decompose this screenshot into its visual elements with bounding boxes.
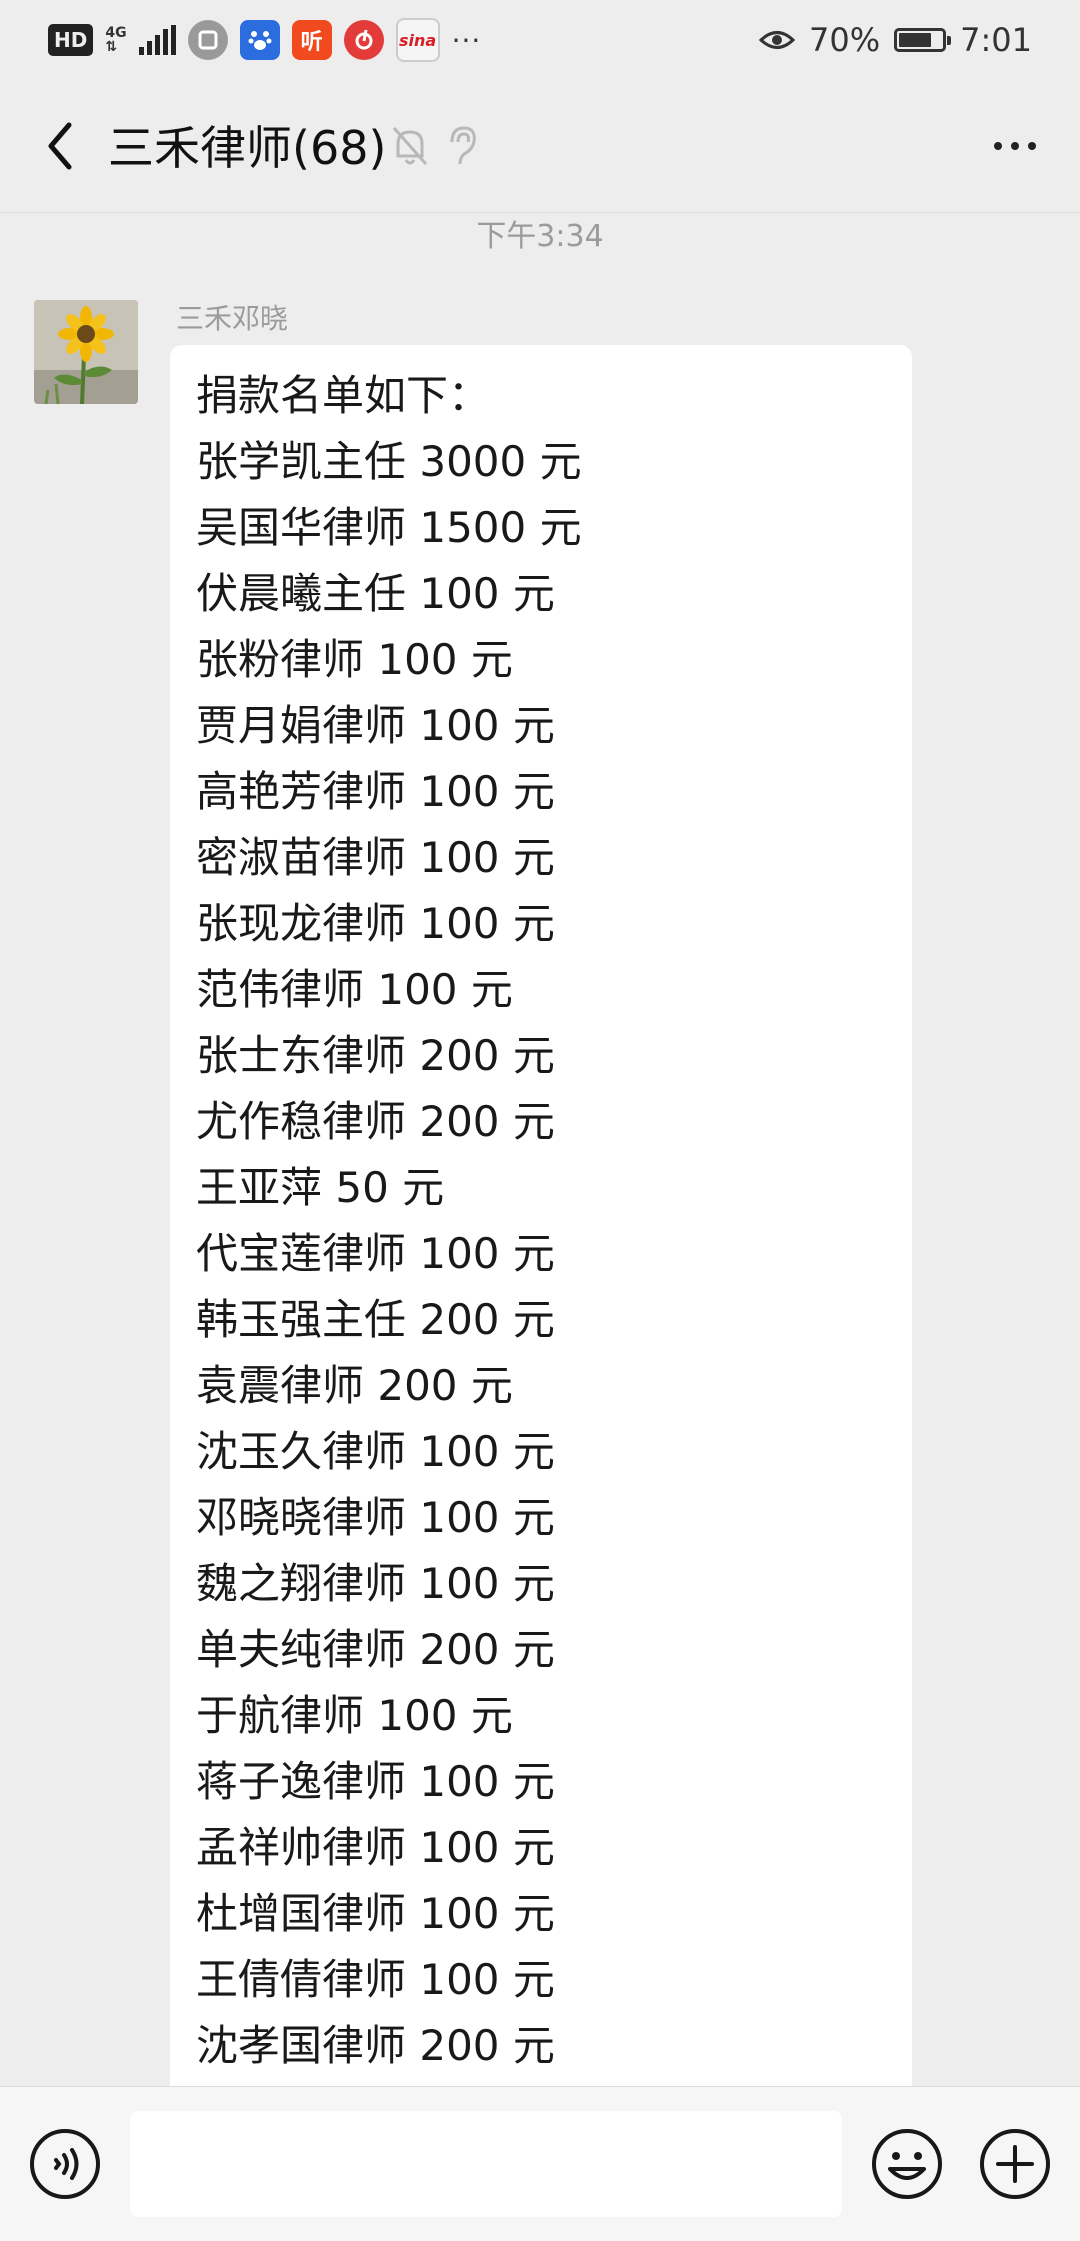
battery-level [899, 33, 932, 47]
donation-line: 韩玉强主任 200 元 [196, 1295, 555, 1344]
donation-line: 于航律师 100 元 [196, 1691, 513, 1740]
donation-line: 尤作稳律师 200 元 [196, 1097, 555, 1146]
donation-line: 伏晨曦主任 100 元 [196, 569, 555, 618]
donation-line: 张现龙律师 100 元 [196, 899, 555, 948]
sender-name: 三禾邓晓 [176, 302, 289, 335]
donation-line: 张士东律师 200 元 [196, 1031, 555, 1080]
app-icon [187, 20, 228, 60]
donation-line: 吴国华律师 1500 元 [196, 503, 582, 552]
donation-line: 高艳芳律师 100 元 [196, 767, 555, 816]
donation-line: 邓晓晓律师 100 元 [196, 1493, 555, 1542]
message-input[interactable] [130, 2111, 842, 2217]
netease-music-icon [343, 20, 384, 60]
more-button[interactable] [980, 126, 1050, 166]
donation-line: 魏之翔律师 100 元 [196, 1559, 555, 1608]
network-arrows-icon: ⇅ [105, 39, 118, 55]
plus-icon[interactable] [978, 2127, 1052, 2201]
status-bar-right: 70% 7:01 [759, 18, 1032, 62]
chat-area[interactable]: 下午3:34 三禾邓晓 捐款名单如下： 张学凯主任 3000 元吴国华律师 150 [0, 213, 1080, 2086]
sina-icon: sina [395, 18, 440, 62]
donation-line: 沈玉久律师 100 元 [196, 1427, 555, 1476]
message-timestamp: 下午3:34 [476, 219, 604, 254]
donation-line: 杜增国律师 100 元 [196, 1889, 555, 1938]
donation-line: 王亚萍 50 元 [196, 1163, 445, 1212]
more-icon-dot [994, 142, 1002, 150]
ear-icon [450, 126, 476, 165]
battery-icon [894, 28, 952, 52]
donation-line: 张学凯主任 3000 元 [196, 437, 582, 486]
back-button[interactable] [30, 116, 90, 176]
donation-line: 单夫纯律师 200 元 [196, 1625, 555, 1674]
back-icon [48, 122, 72, 170]
ting-icon: 听 [291, 20, 332, 60]
voice-icon[interactable] [28, 2127, 102, 2201]
message-bubble[interactable]: 捐款名单如下： 张学凯主任 3000 元吴国华律师 1500 元伏晨曦主任 100… [170, 345, 912, 2086]
donation-line: 贾月娟律师 100 元 [196, 701, 555, 750]
donation-line: 袁震律师 200 元 [196, 1361, 513, 1410]
donation-line: 密淑苗律师 100 元 [196, 833, 555, 882]
donation-line: 沈孝国律师 200 元 [196, 2021, 555, 2070]
more-icon-dot [1011, 142, 1019, 150]
donation-line: 张粉律师 100 元 [196, 635, 513, 684]
input-bar [0, 2086, 1080, 2241]
donation-line: 代宝莲律师 100 元 [196, 1229, 555, 1278]
message-heading-line: 捐款名单如下： [196, 371, 491, 420]
network-type: 4G ⇅ [105, 26, 126, 54]
sunflower-avatar[interactable] [34, 300, 138, 404]
chat-header: 三禾律师(68) [0, 80, 1080, 213]
signal-icon [138, 25, 176, 55]
battery-percent: 70% [809, 21, 881, 59]
hd-icon: HD [48, 24, 94, 56]
donation-line: 蒋子逸律师 100 元 [196, 1757, 555, 1806]
clock: 7:01 [960, 21, 1032, 59]
donation-line: 范伟律师 100 元 [196, 965, 513, 1014]
chat-title[interactable]: 三禾律师(68) [108, 120, 386, 176]
network-label: 4G [105, 25, 127, 41]
more-icon-dot [1028, 142, 1036, 150]
sunflower-image [34, 300, 138, 404]
emoji-icon[interactable] [870, 2127, 944, 2201]
donation-line: 王倩倩律师 100 元 [196, 1955, 555, 2004]
donation-line: 孟祥帅律师 100 元 [196, 1823, 555, 1872]
status-bar: HD 4G ⇅ 听 sina ··· 70% 7:01 [0, 0, 1080, 80]
more-notifications-icon: ··· [451, 23, 482, 57]
status-bar-left: HD 4G ⇅ 听 sina ··· [48, 18, 481, 62]
mute-bell-icon [392, 127, 428, 165]
eye-icon [759, 31, 796, 49]
baidu-icon [239, 20, 280, 60]
